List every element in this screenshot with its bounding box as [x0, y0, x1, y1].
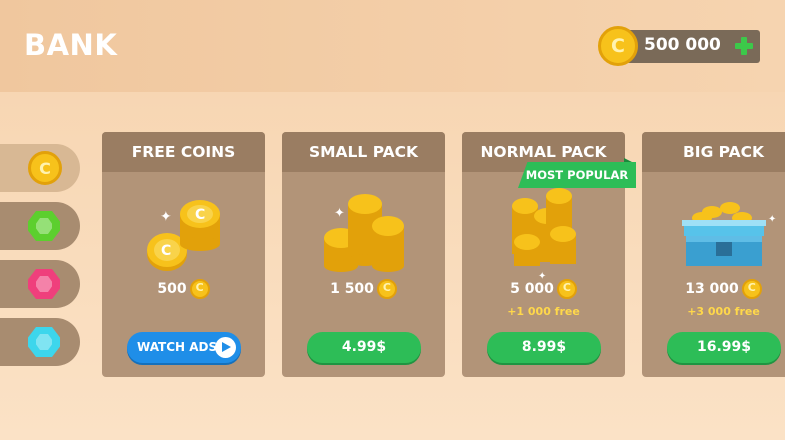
buy-small-pack-button[interactable]: 4.99$: [307, 332, 421, 363]
pack-title: BIG PACK: [642, 132, 785, 172]
plus-icon[interactable]: [733, 35, 755, 57]
page-title: BANK: [24, 28, 118, 62]
most-popular-badge: MOST POPULAR: [518, 162, 636, 188]
svg-text:C: C: [195, 207, 205, 223]
coin-icon: [598, 26, 638, 66]
coin-icon: [28, 151, 62, 185]
pink-gem-icon: [28, 269, 60, 299]
svg-text:✦: ✦: [160, 209, 172, 225]
pack-title: SMALL PACK: [282, 132, 445, 172]
bonus-text: +1 000 free: [507, 305, 580, 318]
pack-card-free-coins: FREE COINS C C ✦ 500 WATCH ADS: [102, 132, 265, 377]
coin-amount: 5 000: [462, 279, 625, 299]
pack-title: FREE COINS: [102, 132, 265, 172]
buy-big-pack-button[interactable]: 16.99$: [667, 332, 781, 363]
green-gem-icon: [28, 211, 60, 241]
svg-text:C: C: [161, 243, 171, 259]
play-icon: [215, 337, 236, 358]
coin-icon: [556, 279, 577, 299]
pack-card-small: SMALL PACK ✦ 1 500 4.99$: [282, 132, 445, 377]
balance-value: 500 000: [644, 35, 721, 55]
watch-ads-button[interactable]: WATCH ADS: [127, 332, 241, 363]
coin-amount: 13 000: [642, 279, 785, 299]
svg-text:✦: ✦: [334, 206, 345, 221]
coin-icon: [741, 279, 762, 299]
coin-icon: [189, 279, 210, 299]
buy-normal-pack-button[interactable]: 8.99$: [487, 332, 601, 363]
tab-cyan-gems[interactable]: [0, 318, 80, 366]
tab-coins[interactable]: [0, 144, 80, 192]
coin-amount: 1 500: [282, 279, 445, 299]
tab-pink-gems[interactable]: [0, 260, 80, 308]
coin-amount: 500: [102, 279, 265, 299]
bonus-text: +3 000 free: [687, 305, 760, 318]
cyan-gem-icon: [28, 327, 60, 357]
tab-green-gems[interactable]: [0, 202, 80, 250]
pack-card-big: BIG PACK ✦ 13 000 +3 000 free 16.99$: [642, 132, 785, 377]
coin-icon: [376, 279, 397, 299]
svg-text:✦: ✦: [768, 214, 776, 225]
